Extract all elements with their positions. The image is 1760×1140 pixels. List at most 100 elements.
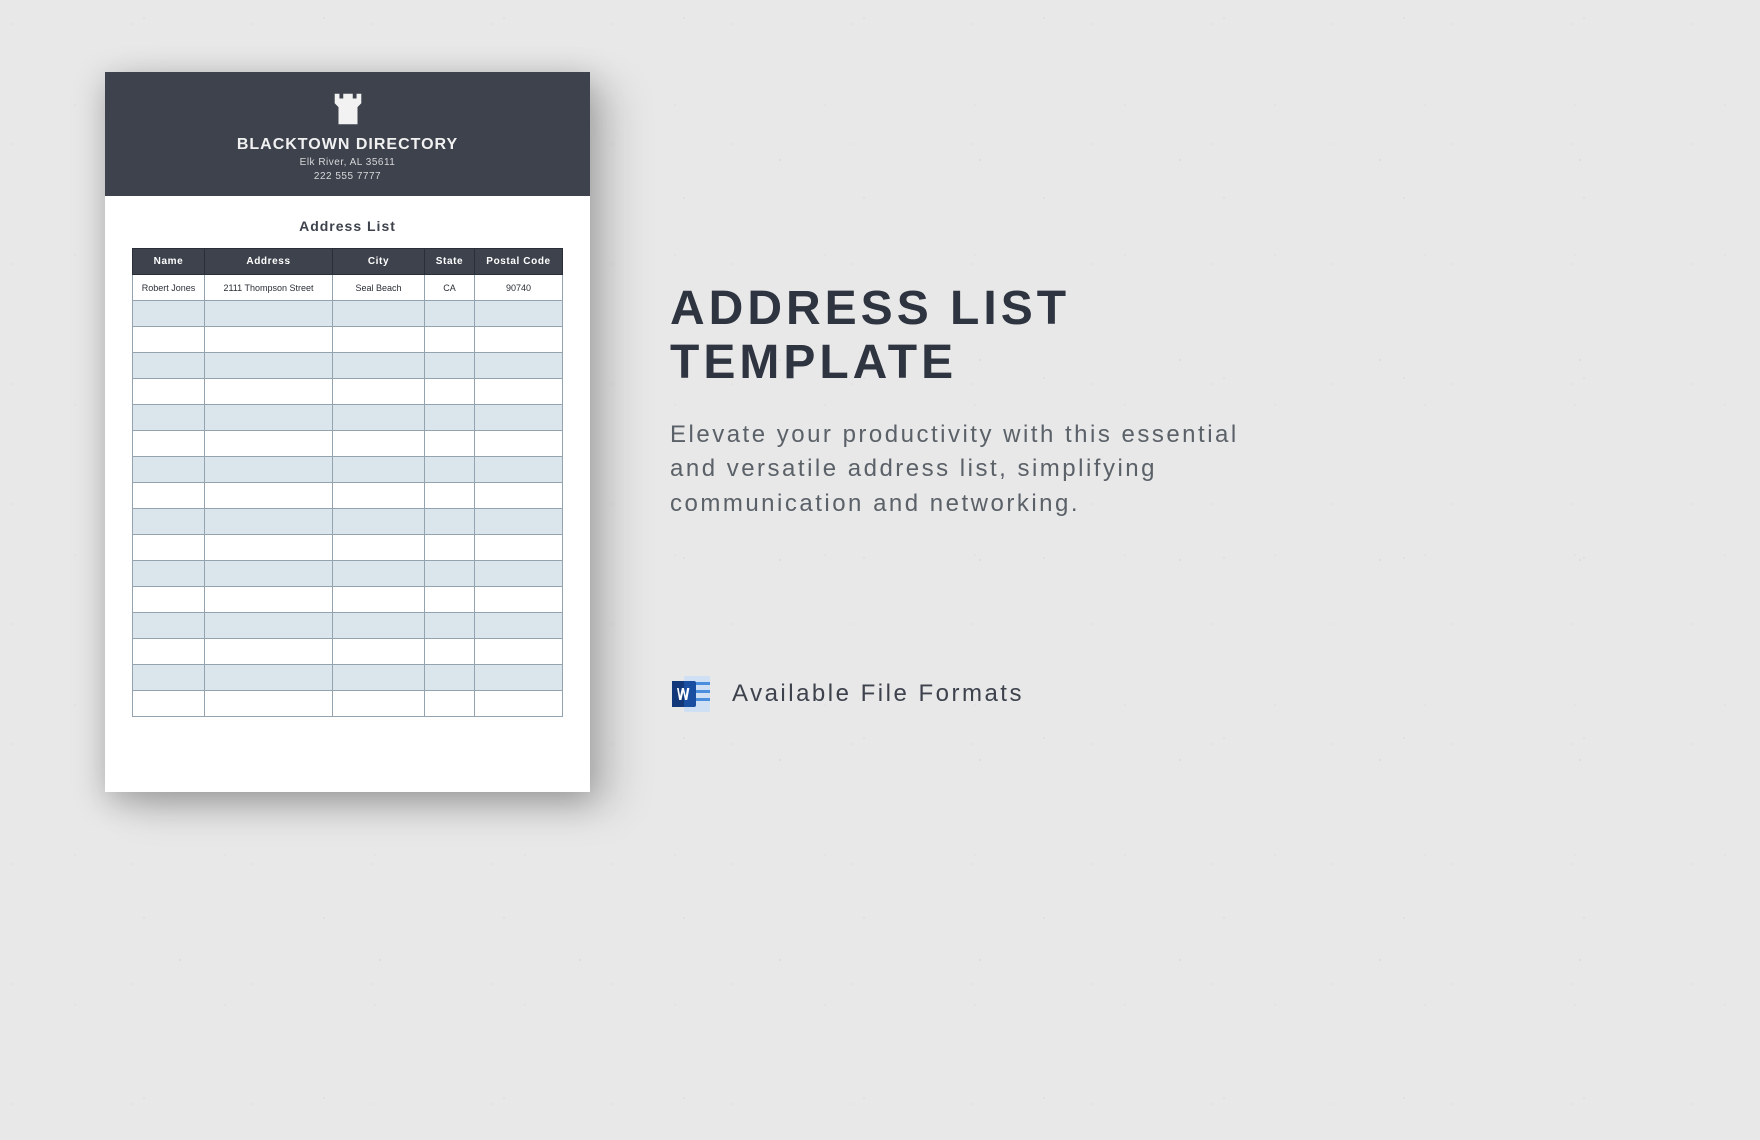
empty-cell (475, 379, 563, 405)
table-row (133, 327, 563, 353)
promo-subhead: Elevate your productivity with this esse… (670, 418, 1290, 522)
cell-state: CA (425, 275, 475, 301)
headline-line-1: ADDRESS LIST (670, 282, 1380, 336)
table-row (133, 691, 563, 717)
empty-cell (205, 327, 333, 353)
cell-name: Robert Jones (133, 275, 205, 301)
table-row (133, 561, 563, 587)
table-row: Robert Jones2111 Thompson StreetSeal Bea… (133, 275, 563, 301)
empty-cell (133, 691, 205, 717)
empty-cell (205, 691, 333, 717)
empty-cell (205, 379, 333, 405)
table-row (133, 353, 563, 379)
empty-cell (425, 431, 475, 457)
empty-cell (475, 613, 563, 639)
empty-cell (425, 535, 475, 561)
table-row (133, 535, 563, 561)
col-postal: Postal Code (475, 249, 563, 275)
empty-cell (333, 327, 425, 353)
col-address: Address (205, 249, 333, 275)
empty-cell (333, 431, 425, 457)
empty-cell (133, 301, 205, 327)
empty-cell (333, 353, 425, 379)
empty-cell (333, 639, 425, 665)
col-city: City (333, 249, 425, 275)
empty-cell (425, 665, 475, 691)
empty-cell (475, 483, 563, 509)
section-title: Address List (105, 218, 590, 234)
empty-cell (475, 665, 563, 691)
empty-cell (205, 561, 333, 587)
empty-cell (333, 665, 425, 691)
empty-cell (205, 587, 333, 613)
empty-cell (475, 509, 563, 535)
empty-cell (133, 561, 205, 587)
empty-cell (425, 561, 475, 587)
empty-cell (475, 353, 563, 379)
empty-cell (205, 509, 333, 535)
table-header-row: Name Address City State Postal Code (133, 249, 563, 275)
empty-cell (205, 639, 333, 665)
empty-cell (133, 509, 205, 535)
empty-cell (205, 535, 333, 561)
table-row (133, 405, 563, 431)
empty-cell (205, 353, 333, 379)
castle-icon (328, 90, 368, 128)
empty-cell (205, 301, 333, 327)
empty-cell (475, 535, 563, 561)
empty-cell (333, 613, 425, 639)
empty-cell (205, 483, 333, 509)
cell-city: Seal Beach (333, 275, 425, 301)
empty-cell (333, 587, 425, 613)
empty-cell (133, 327, 205, 353)
col-state: State (425, 249, 475, 275)
table-row (133, 457, 563, 483)
empty-cell (425, 405, 475, 431)
empty-cell (425, 379, 475, 405)
table-row (133, 639, 563, 665)
empty-cell (333, 301, 425, 327)
empty-cell (133, 379, 205, 405)
empty-cell (475, 691, 563, 717)
empty-cell (425, 639, 475, 665)
empty-cell (133, 457, 205, 483)
empty-cell (333, 379, 425, 405)
empty-cell (475, 639, 563, 665)
empty-cell (425, 691, 475, 717)
empty-cell (133, 587, 205, 613)
table-row (133, 379, 563, 405)
empty-cell (205, 431, 333, 457)
table-row (133, 509, 563, 535)
empty-cell (133, 665, 205, 691)
empty-cell (475, 431, 563, 457)
empty-cell (333, 509, 425, 535)
empty-cell (425, 457, 475, 483)
empty-cell (133, 613, 205, 639)
file-formats: Available File Formats (670, 672, 1024, 716)
empty-cell (425, 613, 475, 639)
empty-cell (205, 405, 333, 431)
brand-name: BLACKTOWN DIRECTORY (105, 136, 590, 154)
empty-cell (475, 587, 563, 613)
empty-cell (333, 405, 425, 431)
empty-cell (133, 535, 205, 561)
empty-cell (425, 327, 475, 353)
promo-headline: ADDRESS LIST TEMPLATE (670, 282, 1380, 390)
empty-cell (333, 457, 425, 483)
col-name: Name (133, 249, 205, 275)
table-row (133, 431, 563, 457)
formats-label: Available File Formats (732, 680, 1024, 708)
cell-postal: 90740 (475, 275, 563, 301)
empty-cell (475, 561, 563, 587)
empty-cell (205, 613, 333, 639)
empty-cell (133, 405, 205, 431)
cell-address: 2111 Thompson Street (205, 275, 333, 301)
empty-cell (133, 639, 205, 665)
empty-cell (425, 353, 475, 379)
empty-cell (425, 301, 475, 327)
empty-cell (475, 405, 563, 431)
empty-cell (205, 665, 333, 691)
table-row (133, 665, 563, 691)
empty-cell (475, 301, 563, 327)
document-header: BLACKTOWN DIRECTORY Elk River, AL 35611 … (105, 72, 590, 196)
